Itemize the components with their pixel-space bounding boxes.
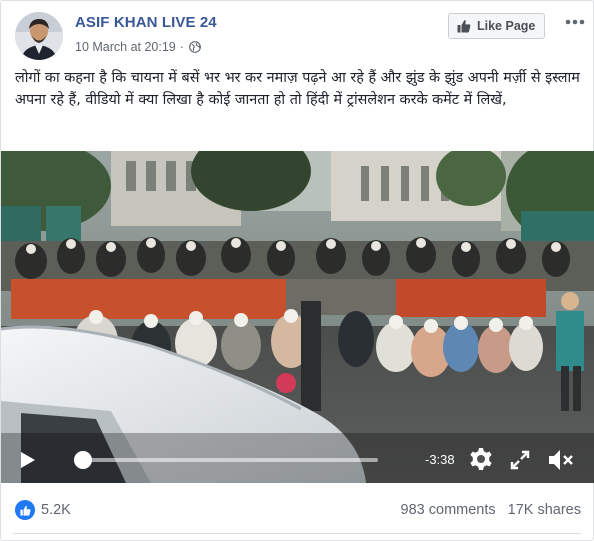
post-meta: 10 March at 20:19 · bbox=[75, 40, 201, 54]
post-timestamp[interactable]: 10 March at 20:19 bbox=[75, 40, 176, 54]
post-footer: 5.2K 983 comments 17K shares bbox=[1, 483, 593, 541]
footer-divider bbox=[13, 533, 581, 534]
progress-bar[interactable] bbox=[82, 458, 378, 462]
page-name-link[interactable]: ASIF KHAN LIVE 24 bbox=[75, 14, 217, 31]
more-dots-icon[interactable] bbox=[564, 13, 586, 31]
thumbs-up-icon bbox=[457, 20, 471, 33]
fullscreen-expand-icon[interactable] bbox=[510, 450, 530, 470]
reaction-count: 5.2K bbox=[41, 502, 71, 518]
like-page-label: Like Page bbox=[477, 19, 536, 33]
volume-muted-icon[interactable] bbox=[548, 449, 574, 471]
comments-count-link[interactable]: 983 comments bbox=[401, 502, 496, 518]
post-card: ASIF KHAN LIVE 24 10 March at 20:19 · Li… bbox=[0, 0, 594, 541]
shares-count-link[interactable]: 17K shares bbox=[508, 502, 581, 518]
like-reaction-icon bbox=[15, 500, 35, 520]
engagement-stats: 983 comments 17K shares bbox=[401, 502, 581, 518]
globe-icon[interactable] bbox=[189, 41, 201, 53]
video-controls: -3:38 bbox=[1, 433, 594, 483]
video-player[interactable]: -3:38 bbox=[1, 151, 594, 483]
play-icon[interactable] bbox=[20, 451, 36, 469]
time-remaining: -3:38 bbox=[425, 452, 455, 467]
meta-separator: · bbox=[179, 40, 184, 54]
reactions-summary[interactable]: 5.2K bbox=[15, 500, 71, 520]
settings-gear-icon[interactable] bbox=[469, 447, 493, 471]
post-text: लोगों का कहना है कि चायना में बसें भर भर… bbox=[15, 70, 580, 108]
like-page-button[interactable]: Like Page bbox=[448, 13, 546, 39]
progress-scrubber[interactable] bbox=[74, 451, 92, 469]
post-header: ASIF KHAN LIVE 24 10 March at 20:19 · Li… bbox=[1, 1, 593, 67]
avatar[interactable] bbox=[15, 12, 63, 60]
